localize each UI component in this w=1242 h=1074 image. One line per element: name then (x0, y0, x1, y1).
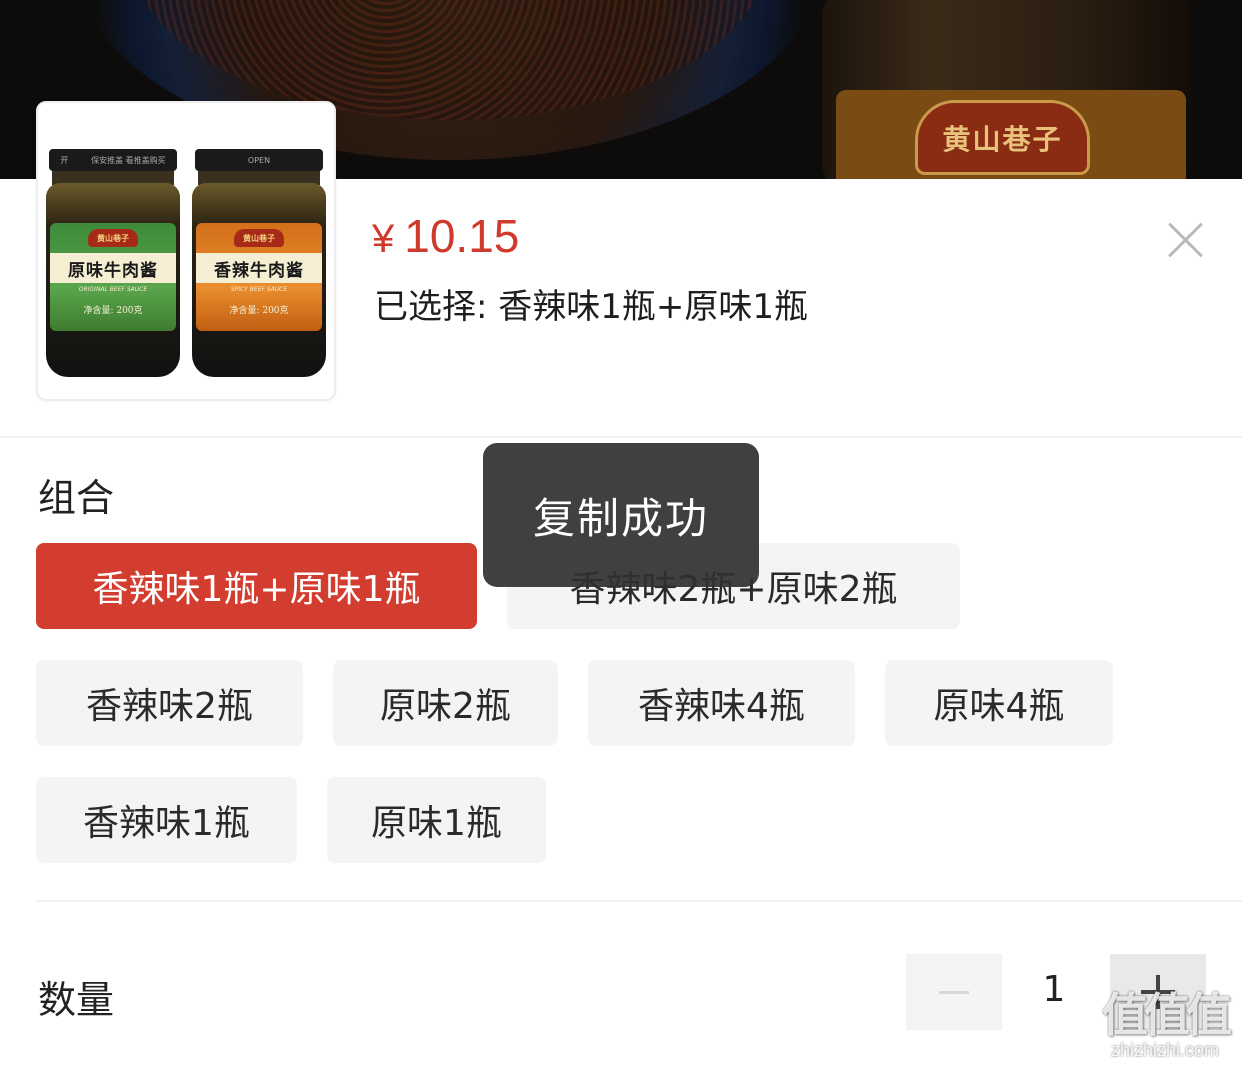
divider (36, 900, 1242, 902)
combo-option-spicy2[interactable]: 香辣味2瓶 (36, 660, 303, 746)
jar-label: 黄山巷子 原味牛肉酱 ORIGINAL BEEF SAUCE 净含量: 200克 (50, 223, 176, 331)
quantity-decrement-button[interactable] (906, 954, 1002, 1030)
watermark-url: zhizhizhi.com (1110, 1040, 1220, 1060)
combo-option-spicy1-original1[interactable]: 香辣味1瓶+原味1瓶 (36, 543, 477, 629)
combo-option-original1[interactable]: 原味1瓶 (327, 777, 546, 863)
original-beef-sauce-jar: 开 保安推盖 看推盖购买 黄山巷子 原味牛肉酱 ORIGINAL BEEF SA… (46, 149, 180, 377)
jar-lid: OPEN (195, 149, 323, 171)
product-thumbnail[interactable]: 开 保安推盖 看推盖购买 黄山巷子 原味牛肉酱 ORIGINAL BEEF SA… (36, 101, 336, 401)
price-currency-symbol: ¥ (372, 217, 395, 261)
jar-product-name: 香辣牛肉酱 (196, 253, 322, 283)
jar-net-weight: 净含量: 200克 (229, 306, 289, 316)
jar-label: 黄山巷子 香辣牛肉酱 SPICY BEEF SAUCE 净含量: 200克 (196, 223, 322, 331)
background-jar-badge: 黄山巷子 (915, 100, 1090, 175)
combo-option-spicy1[interactable]: 香辣味1瓶 (36, 777, 297, 863)
combo-section-title: 组合 (38, 476, 115, 520)
price-value: 10.15 (404, 210, 520, 262)
divider (0, 436, 1242, 438)
combo-option-original4[interactable]: 原味4瓶 (885, 660, 1113, 746)
brand-badge: 黄山巷子 (88, 229, 138, 247)
combo-option-spicy4[interactable]: 香辣味4瓶 (588, 660, 855, 746)
jar-subtitle: SPICY BEEF SAUCE (230, 286, 288, 293)
price: ¥10.15 (372, 209, 519, 263)
quantity-value[interactable]: 1 (1016, 969, 1092, 1010)
selected-variant-text: 已选择: 香辣味1瓶+原味1瓶 (374, 287, 809, 327)
copy-success-toast: 复制成功 (483, 443, 759, 587)
jar-product-name: 原味牛肉酱 (50, 253, 176, 283)
brand-badge: 黄山巷子 (234, 229, 284, 247)
quantity-section-title: 数量 (38, 978, 115, 1022)
site-watermark: 值值值 zhizhizhi.com (1090, 990, 1240, 1070)
jar-lid: 开 保安推盖 看推盖购买 (49, 149, 177, 171)
watermark-logo-text: 值值值 (1102, 988, 1232, 1042)
combo-option-original2[interactable]: 原味2瓶 (333, 660, 558, 746)
jar-subtitle: ORIGINAL BEEF SAUCE (78, 286, 148, 293)
jar-net-weight: 净含量: 200克 (83, 306, 143, 316)
spicy-beef-sauce-jar: OPEN 黄山巷子 香辣牛肉酱 SPICY BEEF SAUCE 净含量: 20… (192, 149, 326, 377)
close-icon[interactable] (1162, 215, 1210, 263)
